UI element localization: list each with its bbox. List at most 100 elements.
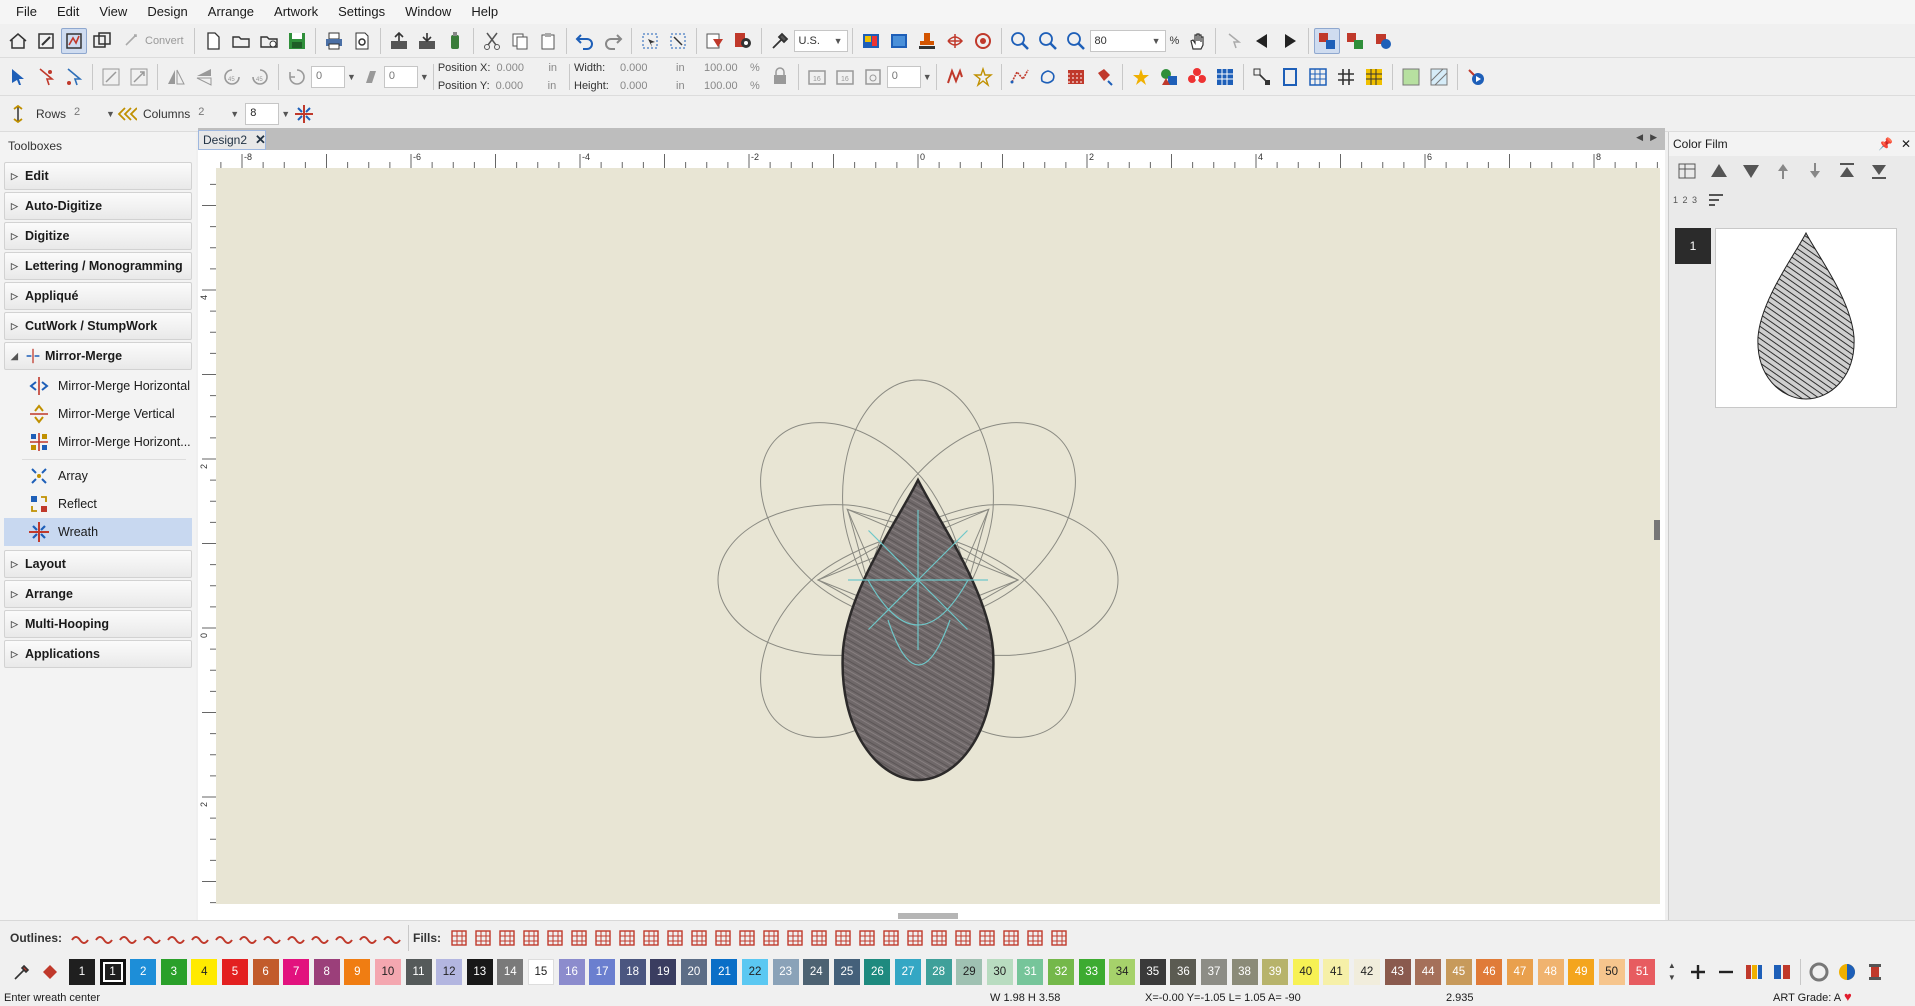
thread-swatch[interactable]: 3 <box>160 959 187 985</box>
thread-swatch[interactable]: 43 <box>1384 959 1411 985</box>
rotate-right-45-icon[interactable]: 45 <box>247 64 273 90</box>
ungroup-icon[interactable]: 16 <box>832 64 858 90</box>
outline-chain-icon[interactable] <box>285 925 307 951</box>
thread-swatch[interactable]: 26 <box>864 959 891 985</box>
width-value[interactable]: 0.000 <box>620 62 670 74</box>
rotate-angle-input[interactable]: 0 <box>311 65 345 88</box>
thread-swatch[interactable]: 10 <box>374 959 401 985</box>
toolbox-group-lettering[interactable]: ▷ Lettering / Monogramming <box>4 252 192 280</box>
undo-icon[interactable] <box>572 28 598 54</box>
thread-swatch[interactable]: 51 <box>1629 959 1656 985</box>
thread-swatch[interactable]: 2 <box>130 959 157 985</box>
thread-swatch[interactable]: 33 <box>1078 959 1105 985</box>
thread-swatch[interactable]: 32 <box>1048 959 1074 985</box>
wreath-small-icon[interactable] <box>291 101 317 127</box>
chevron-down-icon[interactable]: ▼ <box>281 109 290 119</box>
outline-motif-run-icon[interactable] <box>141 925 163 951</box>
height-percent[interactable]: 100.00 <box>704 80 744 92</box>
thread-chart-icon[interactable] <box>1741 959 1767 985</box>
fill-lattice-icon[interactable] <box>688 925 710 951</box>
horizontal-scrollbar-thumb[interactable] <box>898 913 958 919</box>
menu-window[interactable]: Window <box>395 0 461 24</box>
slant-angle-input[interactable]: 0 <box>383 65 418 88</box>
thread-swatch[interactable]: 45 <box>1445 959 1472 985</box>
outline-triple-icon[interactable] <box>93 925 115 951</box>
resize-proportional-icon[interactable] <box>126 64 152 90</box>
digitize-mode-icon[interactable] <box>61 27 87 54</box>
color-sort-icon[interactable] <box>702 28 728 54</box>
thread-swatch[interactable]: 1 <box>69 959 95 985</box>
usb-icon[interactable] <box>442 28 468 54</box>
thread-swatch[interactable]: 37 <box>1200 959 1227 985</box>
select-tool-icon[interactable] <box>637 28 663 54</box>
toolbox-group-auto-digitize[interactable]: ▷ Auto-Digitize <box>4 192 192 220</box>
thread-swatch[interactable]: 25 <box>833 959 860 985</box>
fill-column-icon[interactable] <box>496 925 518 951</box>
hash-grid-icon[interactable] <box>1333 64 1359 90</box>
previous-icon[interactable] <box>1249 28 1275 54</box>
fill-trapunto-icon[interactable] <box>832 925 854 951</box>
freehand-select-icon[interactable] <box>1035 64 1061 90</box>
thread-swatch[interactable]: 36 <box>1170 959 1197 985</box>
toolbox-group-layout[interactable]: ▷ Layout <box>4 550 192 578</box>
zoom-out-icon[interactable] <box>1063 28 1089 54</box>
paste-icon[interactable] <box>535 28 561 54</box>
outline-cross-icon[interactable] <box>333 925 355 951</box>
lock-ratio-icon[interactable] <box>767 64 793 90</box>
menu-view[interactable]: View <box>89 0 137 24</box>
thread-swatch[interactable]: 41 <box>1323 959 1350 985</box>
toolbox-group-multi-hooping[interactable]: ▷ Multi-Hooping <box>4 610 192 638</box>
table-grid-icon[interactable] <box>1361 64 1387 90</box>
background-icon[interactable] <box>1398 64 1424 90</box>
show-objects-icon[interactable] <box>1314 27 1341 54</box>
color-blend-icon[interactable] <box>1834 959 1860 985</box>
thread-swatch[interactable]: 18 <box>619 959 646 985</box>
tool-mirror-merge-horizontal-vertical[interactable]: Mirror-Merge Horizont... <box>4 428 192 456</box>
star-outline-icon[interactable] <box>970 64 996 90</box>
tool-wreath[interactable]: Wreath <box>4 518 192 546</box>
fill-fan-icon[interactable] <box>928 925 950 951</box>
fill-heart-icon[interactable] <box>592 925 614 951</box>
close-icon[interactable]: ✕ <box>1901 132 1911 156</box>
motif-star-icon[interactable] <box>1128 64 1154 90</box>
outline-dots-icon[interactable] <box>357 925 379 951</box>
rotate-left-45-icon[interactable]: 45 <box>219 64 245 90</box>
stitch-angle-icon[interactable] <box>860 64 886 90</box>
thread-swatch[interactable]: 8 <box>313 959 340 985</box>
chevron-down-icon[interactable]: ▼ <box>230 109 239 119</box>
mirror-vertical-icon[interactable] <box>191 64 217 90</box>
thread-swatch[interactable]: 14 <box>497 959 524 985</box>
design-canvas[interactable]: -8 -6 -4 -2 0 2 4 6 8 4 2 0 2 <box>198 150 1665 920</box>
eyedropper-icon[interactable] <box>9 959 35 985</box>
fill-filigree-icon[interactable] <box>808 925 830 951</box>
outline-ladder-icon[interactable] <box>309 925 331 951</box>
outline-zigzag-icon[interactable] <box>189 925 211 951</box>
paint-bucket-icon[interactable] <box>1091 64 1117 90</box>
fill-pattern-icon[interactable] <box>520 925 542 951</box>
document-tab[interactable]: Design2 ✕ <box>198 130 266 150</box>
outline-e-stitch-icon[interactable] <box>261 925 283 951</box>
tool-reflect[interactable]: Reflect <box>4 490 192 518</box>
run-wizard-icon[interactable] <box>1463 64 1489 90</box>
columns-input[interactable]: 2 <box>194 103 228 125</box>
position-x-value[interactable]: 0.000 <box>496 62 542 74</box>
tab-scroll-left-icon[interactable]: ◀ <box>1636 132 1643 143</box>
move-down-icon[interactable] <box>1738 158 1764 184</box>
thread-swatch[interactable]: 44 <box>1415 959 1442 985</box>
fill-globe-icon[interactable] <box>952 925 974 951</box>
group-icon[interactable]: 16 <box>804 64 830 90</box>
fill-spiral-icon[interactable] <box>568 925 590 951</box>
color-film-item[interactable]: 1 <box>1673 228 1911 412</box>
flower-motif-icon[interactable] <box>1184 64 1210 90</box>
zoom-input[interactable]: 80 ▼ <box>1089 29 1166 52</box>
edit-mode-icon[interactable] <box>33 28 59 54</box>
move-top-icon[interactable] <box>1770 158 1796 184</box>
thread-swatch[interactable]: 9 <box>344 959 371 985</box>
zoom-fit-icon[interactable] <box>1007 28 1033 54</box>
thread-swatch[interactable]: 28 <box>925 959 952 985</box>
thread-swatch[interactable]: 47 <box>1506 959 1533 985</box>
fill-radial-icon[interactable] <box>544 925 566 951</box>
fill-cross-icon[interactable] <box>640 925 662 951</box>
thread-swatch[interactable]: 5 <box>221 959 248 985</box>
fill-scallop-icon[interactable] <box>1048 925 1070 951</box>
